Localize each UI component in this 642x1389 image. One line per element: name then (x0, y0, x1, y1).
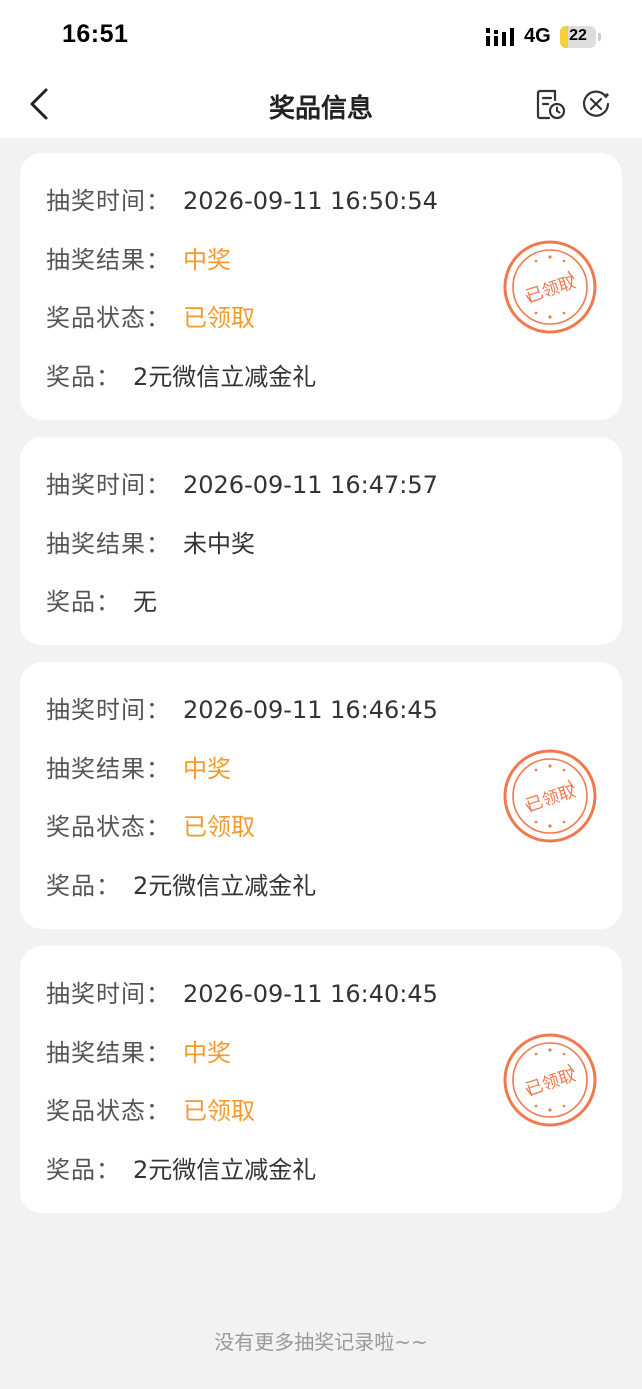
network-type: 4G (524, 25, 551, 47)
record-time-row: 抽奖时间： 2026-09-11 16:40:45 (46, 972, 622, 1031)
prize-label: 奖品： (46, 1155, 121, 1184)
status-label: 奖品状态： (46, 304, 171, 332)
claimed-stamp-icon: 已领取 (503, 1033, 597, 1127)
result-value: 未中奖 (183, 529, 255, 558)
time-label: 抽奖时间： (46, 187, 171, 215)
stamp-text: 已领取 (524, 272, 579, 307)
record-time-row: 抽奖时间： 2026-09-11 16:47:57 (46, 463, 622, 522)
claimed-stamp-icon: 已领取 (503, 240, 597, 334)
record-prize-row: 奖品： 2元微信立减金礼 (46, 1148, 622, 1207)
status-value: 已领取 (183, 813, 255, 841)
time-label: 抽奖时间： (46, 471, 171, 499)
prize-label: 奖品： (46, 588, 121, 616)
record-prize-row: 奖品： 2元微信立减金礼 (46, 355, 622, 414)
battery-cap (598, 33, 601, 41)
record-card: 抽奖时间： 2026-09-11 16:46:45 抽奖结果： 中奖 奖品状态： 已领… (20, 662, 622, 929)
result-value: 中奖 (183, 754, 231, 783)
status-bar: 16:51 4G 22 (0, 0, 642, 72)
result-value: 中奖 (183, 245, 231, 274)
record-card: 抽奖时间： 2026-09-11 16:47:57 抽奖结果： 未中奖 奖品： 无 (20, 437, 622, 645)
status-label: 奖品状态： (46, 1097, 171, 1125)
record-prize-row: 奖品： 2元微信立减金礼 (46, 864, 622, 923)
battery-level: 22 (569, 27, 587, 44)
prize-value: 无 (133, 588, 157, 616)
result-label: 抽奖结果： (46, 245, 171, 274)
status-value: 已领取 (183, 1097, 255, 1125)
prize-value: 2元微信立减金礼 (133, 871, 317, 900)
result-label: 抽奖结果： (46, 1038, 171, 1067)
time-value: 2026-09-11 16:47:57 (183, 471, 438, 499)
no-more-records-text: 没有更多抽奖记录啦~~ (214, 1330, 428, 1354)
prize-value: 2元微信立减金礼 (133, 1155, 317, 1184)
prize-value: 2元微信立减金礼 (133, 362, 317, 391)
nav-bar: 奖品信息 (0, 72, 642, 138)
time-value: 2026-09-11 16:50:54 (183, 187, 438, 215)
stamp-text: 已领取 (524, 1065, 579, 1100)
status-time: 16:51 (62, 20, 129, 48)
status-value: 已领取 (183, 304, 255, 332)
prize-label: 奖品： (46, 362, 121, 391)
record-clock-icon[interactable] (532, 86, 568, 122)
status-label: 奖品状态： (46, 813, 171, 841)
battery-icon: 22 (560, 26, 596, 48)
time-value: 2026-09-11 16:40:45 (183, 980, 438, 1008)
record-prize-row: 奖品： 无 (46, 580, 622, 639)
result-value: 中奖 (183, 1038, 231, 1067)
record-result-row: 抽奖结果： 未中奖 (46, 522, 622, 581)
time-value: 2026-09-11 16:46:45 (183, 696, 438, 724)
result-label: 抽奖结果： (46, 529, 171, 558)
claimed-stamp-icon: 已领取 (503, 749, 597, 843)
signal-icon (486, 28, 514, 46)
time-label: 抽奖时间： (46, 696, 171, 724)
prize-label: 奖品： (46, 871, 121, 900)
record-list: 抽奖时间： 2026-09-11 16:50:54 抽奖结果： 中奖 奖品状态： 已领… (20, 153, 622, 1230)
record-time-row: 抽奖时间： 2026-09-11 16:50:54 (46, 179, 622, 238)
result-label: 抽奖结果： (46, 754, 171, 783)
stamp-text: 已领取 (524, 781, 579, 816)
record-card: 抽奖时间： 2026-09-11 16:50:54 抽奖结果： 中奖 奖品状态： 已领… (20, 153, 622, 420)
close-circle-icon[interactable] (580, 88, 612, 120)
record-time-row: 抽奖时间： 2026-09-11 16:46:45 (46, 688, 622, 747)
time-label: 抽奖时间： (46, 980, 171, 1008)
record-card: 抽奖时间： 2026-09-11 16:40:45 抽奖结果： 中奖 奖品状态： 已领… (20, 946, 622, 1213)
